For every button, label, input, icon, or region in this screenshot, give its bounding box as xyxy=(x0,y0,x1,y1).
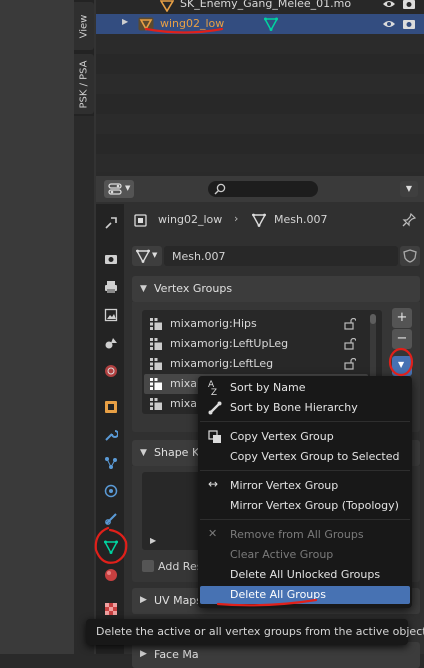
annotation-underline xyxy=(216,598,318,607)
annotation-circle xyxy=(388,347,414,377)
annotation-circle xyxy=(94,526,128,564)
annotation-overlay xyxy=(94,27,414,607)
annotation-underline xyxy=(144,27,224,34)
